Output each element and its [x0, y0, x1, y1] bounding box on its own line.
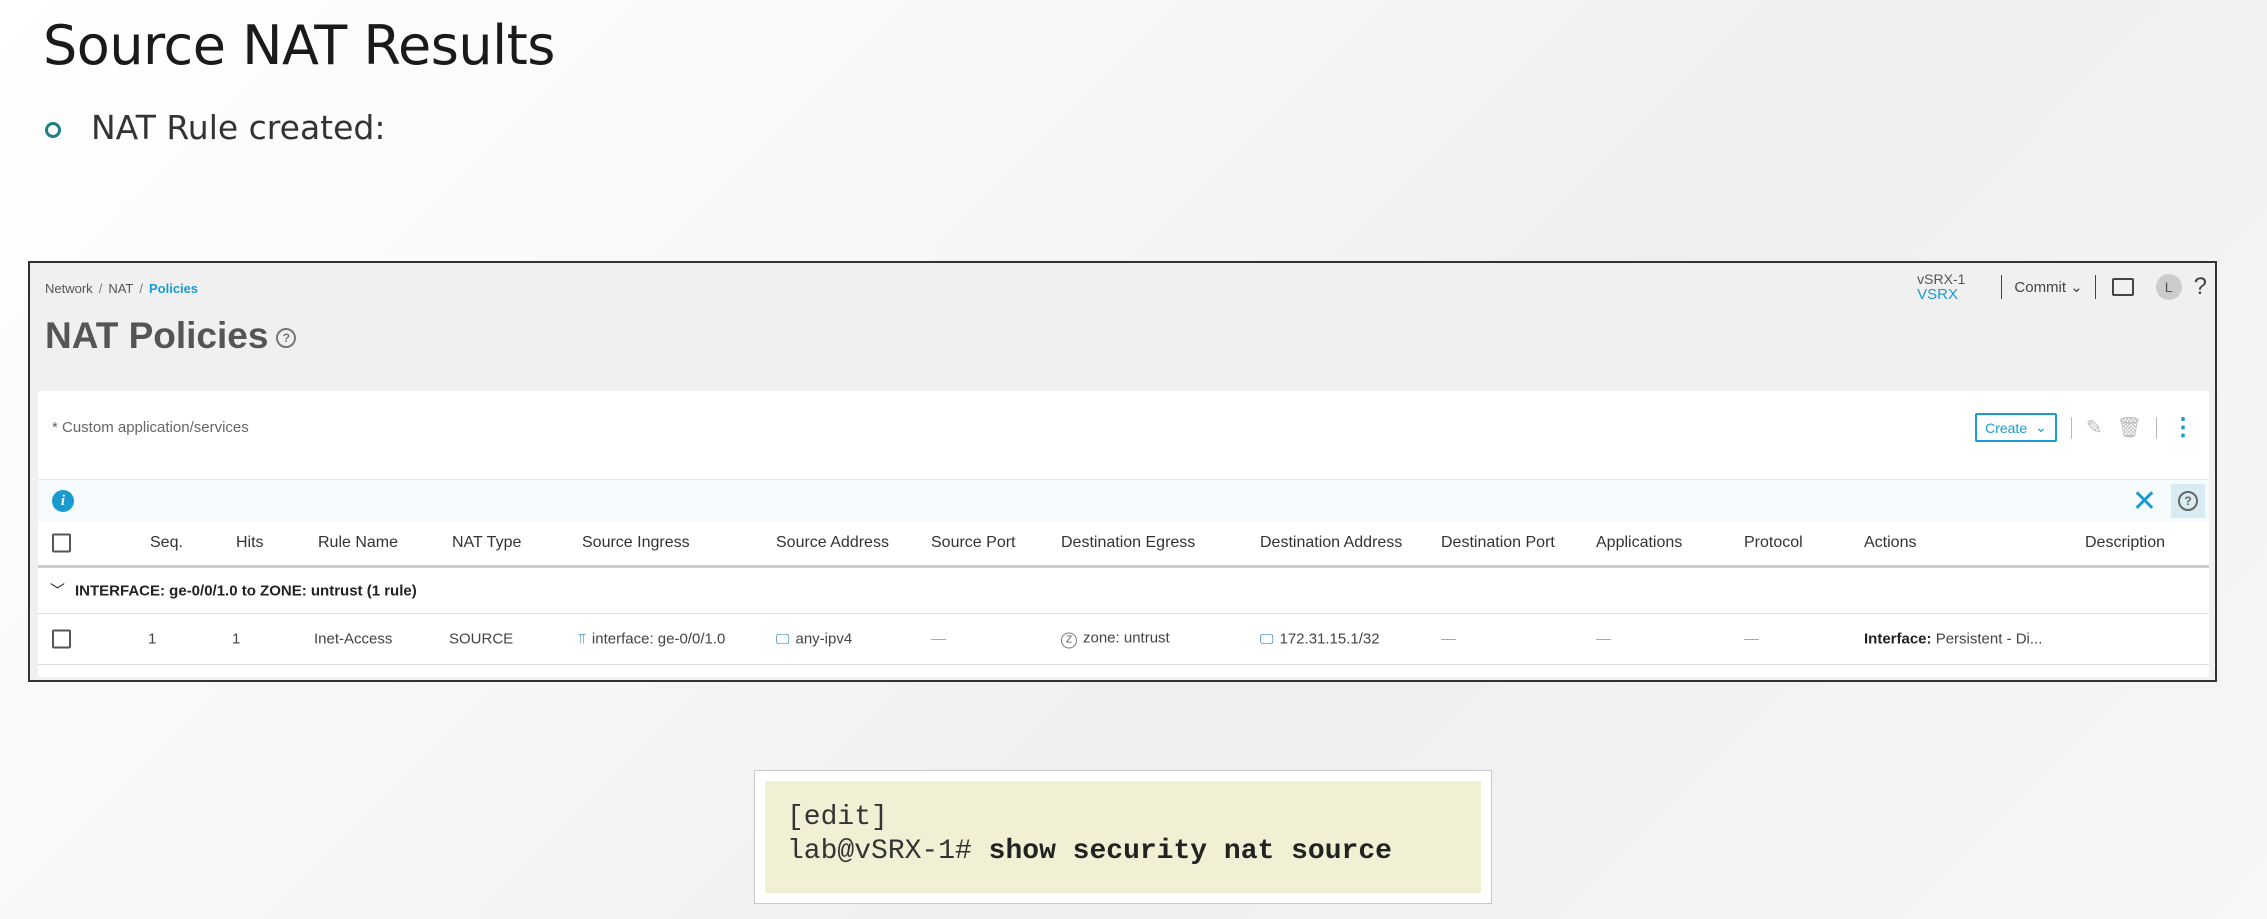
row-checkbox[interactable] [52, 629, 71, 649]
code-block: [edit] lab@vSRX-1# show security nat sou… [754, 770, 1492, 904]
col-destination-address[interactable]: Destination Address [1260, 534, 1402, 552]
bullet-item: NAT Rule created: [45, 108, 386, 147]
actions-value: Persistent - Di... [1935, 630, 2043, 648]
source-address-text: any-ipv4 [795, 630, 853, 648]
breadcrumb: Network / NAT / Policies [45, 281, 199, 296]
table-row[interactable]: 1 1 Inet-Access SOURCE ⫪ interface: ge-0/… [38, 614, 2209, 665]
nat-policies-screenshot: Network / NAT / Policies NAT Policies? vSRX-… [28, 261, 2217, 682]
cell-source-address: 🖵 any-ipv4 [776, 631, 852, 648]
cell-rule-name[interactable]: Inet-Access [314, 631, 392, 648]
cell-applications: — [1596, 630, 1611, 648]
breadcrumb-network[interactable]: Network [45, 281, 93, 296]
code-prompt: lab@vSRX-1# [787, 836, 972, 867]
delete-trash-icon[interactable]: 🗑 [2117, 415, 2142, 440]
info-icon[interactable]: i [52, 490, 74, 512]
cell-destination-address: 🖵 172.31.15.1/32 [1260, 631, 1380, 648]
destination-address-text: 172.31.15.1/32 [1279, 630, 1380, 648]
cell-protocol: — [1744, 630, 1759, 648]
table-header: Seq. Hits Rule Name NAT Type Source Ingr… [38, 521, 2209, 568]
col-source-address[interactable]: Source Address [776, 534, 889, 552]
code-command: show security nat source [988, 836, 1392, 867]
code-line-command: lab@vSRX-1# show security nat source [787, 835, 1459, 869]
group-text: INTERFACE: ge-0/0/1.0 to ZONE: untrust (… [75, 582, 417, 600]
chevron-down-icon: ⌄ [2070, 279, 2083, 296]
bullet-circle-icon [45, 121, 61, 138]
col-destination-egress[interactable]: Destination Egress [1061, 534, 1195, 552]
col-rule-name[interactable]: Rule Name [318, 534, 398, 552]
info-bar: i ✕ ? [38, 479, 2209, 522]
cell-source-port: — [931, 630, 946, 648]
col-hits[interactable]: Hits [236, 534, 264, 552]
cell-nat-type: SOURCE [449, 630, 514, 648]
help-icon[interactable]: ? [2194, 273, 2207, 301]
page-title-text: NAT Policies [45, 315, 269, 356]
zone-icon: Z [1061, 632, 1077, 649]
grid-toolbar: * Custom application/services Create ⌄ ✎… [38, 391, 2209, 477]
bullet-text: NAT Rule created: [91, 108, 386, 147]
custom-note: * Custom application/services [52, 419, 249, 436]
column-help-button[interactable]: ? [2171, 484, 2205, 518]
group-label: ﹀ INTERFACE: ge-0/0/1.0 to ZONE: untrust … [50, 580, 417, 601]
col-actions[interactable]: Actions [1864, 534, 1916, 552]
col-protocol[interactable]: Protocol [1744, 534, 1803, 552]
col-nat-type[interactable]: NAT Type [452, 534, 521, 552]
help-circle-icon: ? [2178, 491, 2198, 511]
device-selector[interactable]: vSRX-1 VSRX [1917, 271, 1966, 303]
col-applications[interactable]: Applications [1596, 534, 1682, 552]
col-source-ingress[interactable]: Source Ingress [582, 534, 690, 552]
chat-icon[interactable] [2111, 278, 2134, 296]
monitor-icon: 🖵 [776, 630, 790, 647]
cell-seq: 1 [148, 630, 157, 648]
cell-destination-egress: Zzone: untrust [1061, 630, 1170, 649]
breadcrumb-nat[interactable]: NAT [108, 281, 133, 296]
help-circle-icon[interactable]: ? [276, 328, 297, 349]
chevron-down-icon[interactable]: ﹀ [50, 580, 65, 601]
toolbar-actions: Create ⌄ ✎ 🗑 ⋮ [1975, 413, 2195, 442]
create-label: Create [1985, 419, 2028, 436]
create-button[interactable]: Create ⌄ [1975, 413, 2057, 442]
avatar[interactable]: L [2155, 274, 2182, 300]
actions-label: Interface: [1864, 630, 1932, 648]
commit-button[interactable]: Commit ⌄ [2014, 278, 2083, 297]
more-options-icon[interactable]: ⋮ [2171, 415, 2195, 440]
col-source-port[interactable]: Source Port [931, 534, 1015, 552]
destination-egress-text: zone: untrust [1083, 629, 1170, 647]
code-line-edit: [edit] [787, 802, 888, 833]
cell-destination-port: — [1441, 630, 1456, 648]
group-row[interactable]: ﹀ INTERFACE: ge-0/0/1.0 to ZONE: untrust … [38, 567, 2209, 614]
page-title: NAT Policies? [45, 315, 297, 357]
monitor-icon: 🖵 [1260, 630, 1274, 647]
cell-hits: 1 [232, 630, 241, 648]
close-icon[interactable]: ✕ [2132, 484, 2157, 519]
chevron-down-icon: ⌄ [2035, 419, 2047, 435]
top-header: vSRX-1 VSRX Commit ⌄ L ? [1917, 263, 2215, 311]
device-model: VSRX [1917, 286, 1959, 303]
breadcrumb-policies: Policies [148, 281, 199, 296]
commit-label: Commit [2014, 278, 2067, 296]
col-destination-port[interactable]: Destination Port [1441, 534, 1555, 552]
main-content: * Custom application/services Create ⌄ ✎… [38, 391, 2209, 677]
edit-pencil-icon[interactable]: ✎ [2086, 415, 2103, 440]
slide-title: Source NAT Results [43, 14, 555, 77]
cell-actions: Interface: Persistent - Di... [1864, 631, 2042, 648]
source-ingress-text: interface: ge-0/0/1.0 [591, 630, 726, 648]
col-description[interactable]: Description [2085, 534, 2165, 552]
cell-source-ingress: ⫪ interface: ge-0/0/1.0 [578, 631, 725, 648]
code-content: [edit] lab@vSRX-1# show security nat sou… [765, 781, 1481, 893]
device-name: vSRX-1 [1917, 271, 1966, 287]
select-all-checkbox[interactable] [52, 533, 71, 553]
col-seq[interactable]: Seq. [150, 534, 183, 552]
interface-icon: ⫪ [578, 630, 586, 647]
